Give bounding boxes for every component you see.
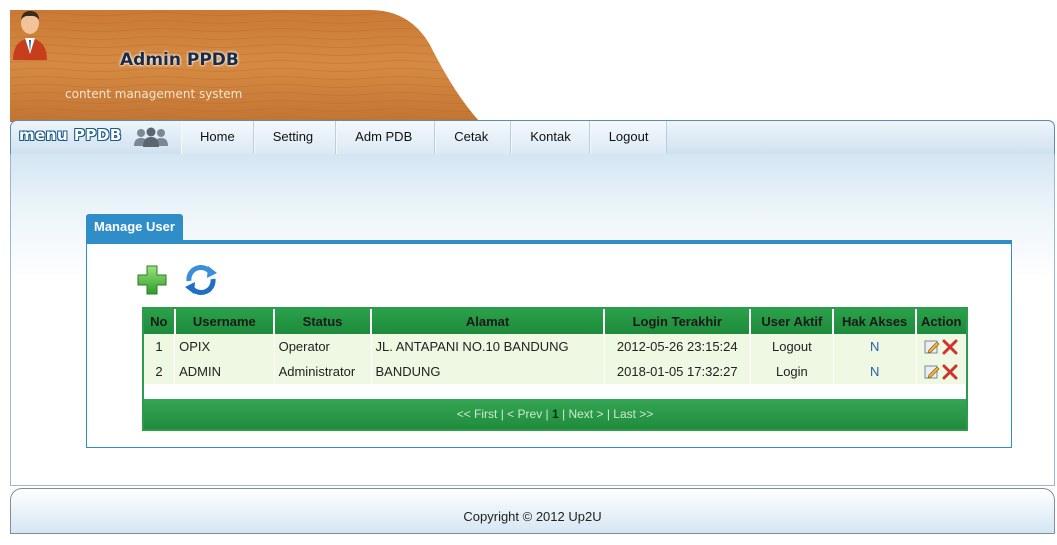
delete-icon[interactable] [942,339,958,355]
pager-current-page: 1 [551,407,559,421]
edit-icon[interactable] [924,364,940,380]
menu-item-cetak[interactable]: Cetak [435,121,512,155]
tab-manage-user[interactable]: Manage User [86,214,183,240]
cell-user-aktif: Login [750,359,834,384]
user-table: No Username Status Alamat Login Terakhir… [142,307,968,431]
app-subtitle: content management system [65,87,243,101]
menu-item-kontak[interactable]: Kontak [511,121,590,155]
pager-prev-link[interactable]: < Prev [507,407,542,421]
dropdown-caret-icon [422,139,431,143]
dropdown-caret-icon [498,139,507,143]
table-row: 1 OPIX Operator JL. ANTAPANI NO.10 BANDU… [144,334,967,359]
column-header-username: Username [174,309,276,334]
refresh-icon[interactable] [181,263,221,297]
edit-icon[interactable] [924,339,940,355]
dropdown-caret-icon [323,139,332,143]
delete-icon[interactable] [942,364,958,380]
menu-item-setting[interactable]: Setting [253,121,337,155]
app-title: Admin PPDB [120,50,239,70]
table-row: 2 ADMIN Administrator BANDUNG 2018-01-05… [144,359,967,384]
column-header-user-aktif: User Aktif [750,309,835,334]
cell-username: ADMIN [174,359,275,384]
footer: Copyright © 2012 Up2U [10,488,1055,534]
menu-brand: menu PPDB [19,126,122,144]
column-header-no: No [144,309,176,334]
cell-no: 1 [144,334,176,359]
cell-hak-akses[interactable]: N [833,334,917,359]
column-header-status: Status [274,309,372,334]
header-banner: Admin PPDB content management system [10,10,480,122]
table-header-row: No Username Status Alamat Login Terakhir… [144,309,966,334]
pager-next-link[interactable]: Next > [568,407,603,421]
people-group-icon [134,127,168,147]
menu-item-label: Setting [272,129,314,144]
pagination: << First | < Prev | 1 | Next > | Last >> [144,399,966,429]
pager-last-link[interactable]: Last >> [613,407,653,421]
cell-login-terakhir: 2012-05-26 23:15:24 [604,334,751,359]
column-header-action: Action [916,309,966,334]
copyright-text: Copyright © 2012 Up2U [463,509,602,524]
cell-hak-akses[interactable]: N [833,359,917,384]
cell-login-terakhir: 2018-01-05 17:32:27 [604,359,751,384]
menu-item-label: Kontak [530,129,571,144]
menu-item-label: Adm PDB [355,129,413,144]
main-menu: menu PPDB Home Setting Adm PDB Cetak Kon… [10,120,1055,155]
cell-action [916,359,967,384]
cell-no: 2 [144,359,176,384]
cell-alamat: JL. ANTAPANI NO.10 BANDUNG [371,334,605,359]
menu-item-label: Home [200,129,235,144]
add-icon[interactable] [137,265,167,295]
pager-first-link[interactable]: << First [457,407,498,421]
menu-item-label: Cetak [454,129,489,144]
column-header-alamat: Alamat [371,309,606,334]
cell-status: Administrator [274,359,372,384]
cell-action [916,334,967,359]
cell-username: OPIX [174,334,275,359]
column-header-login-terakhir: Login Terakhir [604,309,752,334]
column-header-hak-akses: Hak Akses [833,309,918,334]
cell-alamat: BANDUNG [371,359,605,384]
menu-item-logout[interactable]: Logout [589,121,668,155]
menu-item-label: Logout [608,129,649,144]
menu-item-home[interactable]: Home [181,121,254,155]
menu-item-adm-pdb[interactable]: Adm PDB [336,121,436,155]
cell-status: Operator [274,334,372,359]
cell-user-aktif: Logout [750,334,834,359]
user-avatar-icon [13,11,47,60]
